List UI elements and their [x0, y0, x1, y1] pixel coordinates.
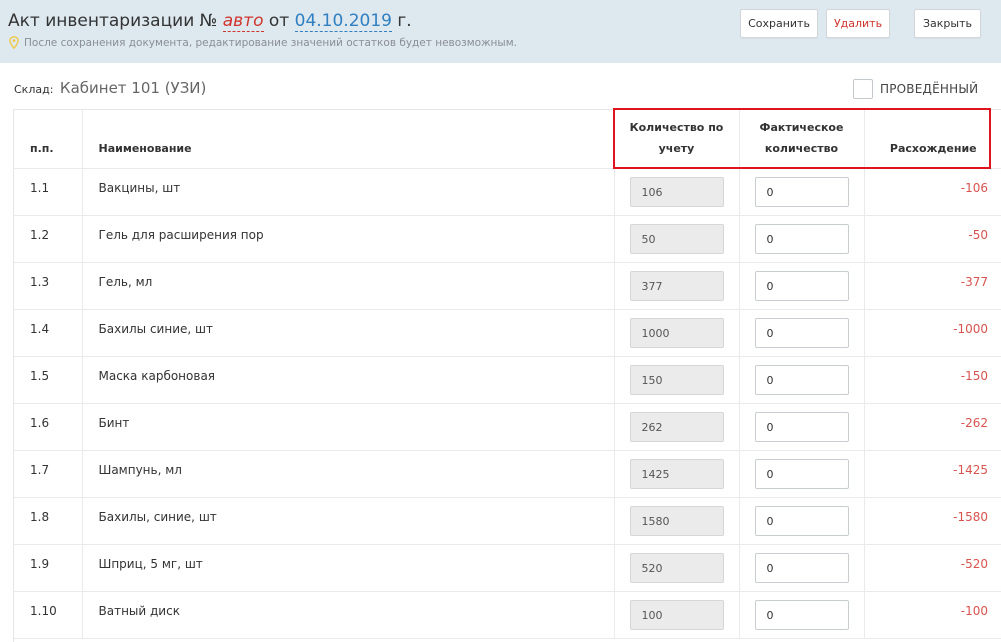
row-diff: -50	[864, 215, 1001, 263]
col-header-accounted: Количество по учету	[614, 110, 740, 169]
warehouse-label: Склад:	[14, 83, 54, 96]
row-num: 1.4	[14, 309, 83, 357]
col-header-num: п.п.	[14, 110, 83, 169]
table-row: 1.6 Бинт 262 0 -262	[14, 403, 1001, 451]
accounted-qty-field: 100	[629, 599, 724, 630]
actual-qty-input[interactable]: 0	[754, 505, 849, 536]
table-row: 1.4 Бахилы синие, шт 1000 0 -1000	[14, 309, 1001, 357]
row-diff: -1425	[864, 450, 1001, 498]
posted-checkbox[interactable]	[853, 79, 873, 99]
row-num: 1.7	[14, 450, 83, 498]
close-button[interactable]: Закрыть	[914, 9, 981, 38]
document-date[interactable]: 04.10.2019	[294, 11, 392, 32]
table-row: 1.1 Вакцины, шт 106 0 -106	[14, 168, 1001, 216]
table-row: 1.10 Ватный диск 100 0 -100	[14, 591, 1001, 639]
warehouse-value: Кабинет 101 (УЗИ)	[59, 79, 207, 97]
row-num: 1.3	[14, 262, 83, 310]
actual-qty-input[interactable]: 0	[754, 176, 849, 207]
accounted-qty-field: 1580	[629, 505, 724, 536]
col-header-name: Наименование	[82, 110, 615, 169]
table-row: 1.9 Шприц, 5 мг, шт 520 0 -520	[14, 544, 1001, 592]
title-prefix: Акт инвентаризации №	[8, 11, 218, 31]
actual-qty-input[interactable]: 0	[754, 270, 849, 301]
row-diff: -106	[864, 168, 1001, 216]
row-name: Вакцины, шт	[82, 168, 615, 216]
row-name: Шприц, 5 мг, шт	[82, 544, 615, 592]
row-name: Гель, мл	[82, 262, 615, 310]
col-header-actual-line1: Фактическое	[759, 120, 844, 134]
actual-qty-input[interactable]: 0	[754, 317, 849, 348]
warehouse-info: Склад: Кабинет 101 (УЗИ)	[14, 79, 206, 97]
row-diff: -1000	[864, 309, 1001, 357]
row-name: Ватный диск	[82, 591, 615, 639]
row-diff: -520	[864, 544, 1001, 592]
table-row: 1.8 Бахилы, синие, шт 1580 0 -1580	[14, 497, 1001, 545]
table-row: 1.2 Гель для расширения пор 50 0 -50	[14, 215, 1001, 263]
actual-qty-input[interactable]: 0	[754, 458, 849, 489]
accounted-qty-field: 520	[629, 552, 724, 583]
posted-label: ПРОВЕДЁННЫЙ	[880, 82, 979, 96]
posted-toggle[interactable]: ПРОВЕДЁННЫЙ	[853, 79, 978, 99]
inventory-table-container: п.п. Наименование Количество по учету Фа…	[13, 109, 1001, 642]
row-name: Гель для расширения пор	[82, 215, 615, 263]
row-num: 1.8	[14, 497, 83, 545]
row-num: 1.10	[14, 591, 83, 639]
actual-qty-input[interactable]: 0	[754, 223, 849, 254]
col-header-actual: Фактическое количество	[739, 110, 865, 169]
accounted-qty-field: 1000	[629, 317, 724, 348]
row-diff: -262	[864, 403, 1001, 451]
title-suffix: г.	[397, 11, 412, 31]
row-diff: -100	[864, 591, 1001, 639]
accounted-qty-field: 1425	[629, 458, 724, 489]
row-name: Бахилы, синие, шт	[82, 497, 615, 545]
col-header-actual-line2: количество	[764, 141, 839, 155]
save-button[interactable]: Сохранить	[740, 9, 818, 38]
row-diff: -1580	[864, 497, 1001, 545]
table-header-row: п.п. Наименование Количество по учету Фа…	[14, 110, 1001, 169]
table-row: 1.5 Маска карбоновая 150 0 -150	[14, 356, 1001, 404]
row-num: 1.9	[14, 544, 83, 592]
row-num: 1.1	[14, 168, 83, 216]
row-name: Шампунь, мл	[82, 450, 615, 498]
row-num: 1.5	[14, 356, 83, 404]
accounted-qty-field: 377	[629, 270, 724, 301]
row-name: Маска карбоновая	[82, 356, 615, 404]
col-header-accounted-line2: учету	[658, 141, 695, 155]
row-name: Бинт	[82, 403, 615, 451]
pin-icon	[9, 36, 19, 50]
row-num: 1.6	[14, 403, 83, 451]
delete-button[interactable]: Удалить	[826, 9, 890, 38]
accounted-qty-field: 150	[629, 364, 724, 395]
actual-qty-input[interactable]: 0	[754, 364, 849, 395]
col-header-accounted-line1: Количество по	[629, 120, 724, 134]
save-hint: После сохранения документа, редактирован…	[9, 36, 517, 50]
row-diff: -377	[864, 262, 1001, 310]
accounted-qty-field: 50	[629, 223, 724, 254]
table-row: 1.7 Шампунь, мл 1425 0 -1425	[14, 450, 1001, 498]
title-from: от	[268, 11, 290, 31]
row-diff: -150	[864, 356, 1001, 404]
row-num: 1.2	[14, 215, 83, 263]
document-header: Акт инвентаризации № авто от 04.10.2019 …	[0, 0, 1001, 63]
actual-qty-input[interactable]: 0	[754, 552, 849, 583]
actual-qty-input[interactable]: 0	[754, 411, 849, 442]
inventory-table: п.п. Наименование Количество по учету Фа…	[14, 110, 1001, 639]
accounted-qty-field: 262	[629, 411, 724, 442]
document-number[interactable]: авто	[222, 11, 264, 32]
col-header-diff: Расхождение	[864, 110, 1001, 169]
hint-text: После сохранения документа, редактирован…	[24, 36, 517, 49]
table-row: 1.3 Гель, мл 377 0 -377	[14, 262, 1001, 310]
page-title: Акт инвентаризации № авто от 04.10.2019 …	[8, 11, 412, 32]
row-name: Бахилы синие, шт	[82, 309, 615, 357]
accounted-qty-field: 106	[629, 176, 724, 207]
actual-qty-input[interactable]: 0	[754, 599, 849, 630]
